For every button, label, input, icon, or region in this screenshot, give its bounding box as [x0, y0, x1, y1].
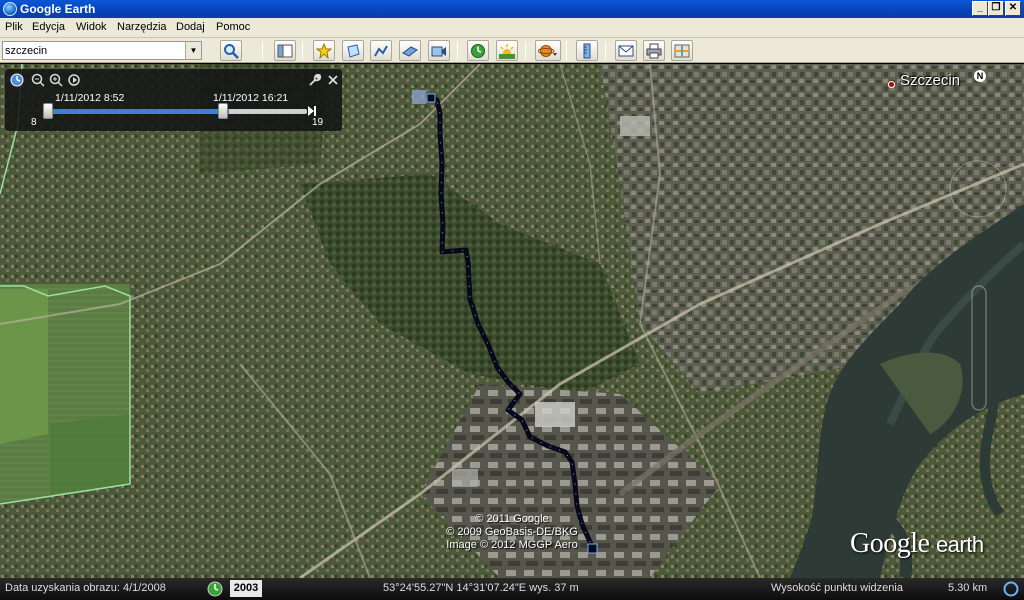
toolbar-separator — [457, 41, 458, 60]
record-tour-icon — [431, 46, 446, 57]
path-icon — [374, 45, 388, 57]
zoom-out-time-icon[interactable] — [31, 73, 45, 87]
placemark-icon — [316, 43, 332, 59]
zoom-in-time-icon[interactable] — [49, 73, 63, 87]
toolbar-separator — [302, 41, 303, 60]
title-bar: Google Earth _ ❐ ✕ — [0, 0, 1024, 18]
search-input[interactable] — [3, 42, 186, 59]
planets-icon — [538, 45, 557, 57]
sidebar-toggle-button[interactable] — [274, 40, 296, 61]
menu-tools[interactable]: Narzędzia — [117, 21, 167, 33]
clock-icon[interactable] — [10, 73, 24, 87]
menu-bar: Plik Edycja Widok Narzędzia Dodaj Pomoc — [0, 18, 1024, 38]
eye-altitude-value: 5.30 km — [948, 582, 988, 594]
pointer-coordinates: 53°24'55.27"N 14°31'07.24"E wys. 37 m — [383, 582, 579, 594]
google-earth-icon — [3, 2, 17, 16]
polygon-icon — [347, 44, 360, 58]
print-icon — [646, 43, 662, 59]
imagery-year-badge[interactable]: 2003 — [230, 580, 262, 597]
sunlight-icon — [499, 44, 515, 59]
image-overlay-icon — [402, 46, 418, 57]
time-range-fill — [49, 109, 229, 114]
google-earth-window: Google Earth _ ❐ ✕ Plik Edycja Widok Nar… — [0, 0, 1024, 600]
add-polygon-button[interactable] — [342, 40, 364, 61]
ruler-button[interactable] — [576, 40, 598, 61]
google-earth-logo: Google earth — [850, 528, 984, 559]
copyright-line: © 2009 GeoBasis-DE/BKG — [446, 526, 578, 538]
slider-min-label: 8 — [31, 117, 37, 128]
sunlight-button[interactable] — [496, 40, 518, 61]
email-button[interactable] — [615, 40, 637, 61]
map-view[interactable] — [0, 64, 1024, 578]
view-in-google-maps-button[interactable] — [671, 40, 693, 61]
switch-planets-button[interactable] — [535, 40, 561, 61]
add-path-button[interactable] — [370, 40, 392, 61]
toolbar-separator — [262, 41, 263, 60]
menu-help[interactable]: Pomoc — [216, 21, 250, 33]
satellite-imagery[interactable] — [0, 64, 1024, 578]
copyright-line: Image © 2012 MGGP Aero — [446, 539, 578, 551]
city-marker-icon[interactable] — [888, 81, 895, 88]
menu-edit[interactable]: Edycja — [32, 21, 65, 33]
menu-view[interactable]: Widok — [76, 21, 107, 33]
streaming-status-icon — [1003, 581, 1019, 597]
copyright-notice: © 2011 Google © 2009 GeoBasis-DE/BKG Ima… — [432, 513, 592, 552]
time-slider-panel: 1/11/2012 8:52 1/11/2012 16:21 8 19 — [5, 69, 342, 131]
google-maps-icon — [674, 44, 690, 58]
historical-imagery-icon — [471, 44, 485, 58]
ruler-icon — [583, 43, 591, 59]
record-tour-button[interactable] — [428, 40, 450, 61]
print-button[interactable] — [643, 40, 665, 61]
maximize-button[interactable]: ❐ — [988, 1, 1004, 16]
start-time-handle[interactable] — [43, 103, 53, 119]
window-title: Google Earth — [20, 2, 96, 16]
step-forward-icon[interactable] — [307, 105, 317, 117]
toolbar: ▼ — [0, 38, 1024, 63]
toolbar-separator — [605, 41, 606, 60]
track-start-marker[interactable] — [426, 93, 436, 103]
search-icon — [224, 44, 239, 59]
toolbar-separator — [525, 41, 526, 60]
city-label[interactable]: Szczecin — [900, 72, 960, 89]
menu-file[interactable]: Plik — [5, 21, 23, 33]
historical-imagery-icon[interactable] — [207, 581, 223, 597]
toolbar-separator — [566, 41, 567, 60]
add-image-overlay-button[interactable] — [399, 40, 421, 61]
slider-max-label: 19 — [312, 117, 324, 128]
start-date-label: 1/11/2012 8:52 — [55, 92, 125, 104]
play-animation-icon[interactable] — [67, 73, 81, 87]
menu-add[interactable]: Dodaj — [176, 21, 205, 33]
email-icon — [618, 45, 634, 57]
settings-wrench-icon[interactable] — [307, 73, 321, 87]
close-time-slider-icon[interactable] — [326, 73, 340, 87]
copyright-line: © 2011 Google — [475, 513, 549, 525]
search-button[interactable] — [220, 40, 242, 61]
imagery-date: Data uzyskania obrazu: 4/1/2008 — [5, 582, 166, 594]
end-time-handle[interactable] — [218, 103, 228, 119]
eye-altitude-label: Wysokość punktu widzenia — [771, 582, 903, 594]
sidebar-toggle-icon — [277, 44, 293, 58]
north-indicator[interactable]: N — [974, 70, 986, 82]
minimize-button[interactable]: _ — [972, 1, 988, 16]
add-placemark-button[interactable] — [313, 40, 335, 61]
historical-imagery-button[interactable] — [467, 40, 489, 61]
search-combobox[interactable]: ▼ — [2, 41, 202, 60]
status-bar: Data uzyskania obrazu: 4/1/2008 2003 53°… — [0, 578, 1024, 600]
close-button[interactable]: ✕ — [1005, 1, 1021, 16]
search-dropdown-icon[interactable]: ▼ — [185, 42, 201, 59]
